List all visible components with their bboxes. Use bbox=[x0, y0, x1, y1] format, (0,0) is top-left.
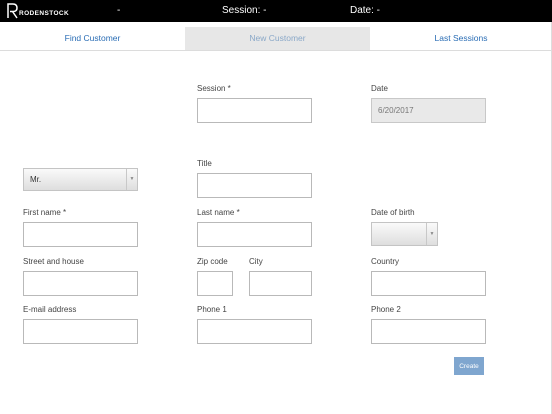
street-field[interactable] bbox=[23, 271, 138, 296]
customer-name-status: - bbox=[117, 5, 121, 16]
chevron-down-icon: ▼ bbox=[426, 223, 437, 245]
top-bar: RODENSTOCK - Session: - Date: - bbox=[0, 0, 552, 22]
phone-2-label: Phone 2 bbox=[371, 305, 401, 314]
tab-last-sessions[interactable]: Last Sessions bbox=[370, 27, 552, 50]
salutation-value: Mr. bbox=[30, 175, 42, 184]
brand-logo: RODENSTOCK bbox=[6, 3, 69, 19]
tab-find-customer[interactable]: Find Customer bbox=[0, 27, 185, 50]
session-status: Session: - bbox=[222, 5, 267, 16]
zip-code-label: Zip code bbox=[197, 257, 228, 266]
title-label: Title bbox=[197, 159, 212, 168]
email-field[interactable] bbox=[23, 319, 138, 344]
city-label: City bbox=[249, 257, 263, 266]
phone-2-field[interactable] bbox=[371, 319, 486, 344]
date-of-birth-label: Date of birth bbox=[371, 208, 415, 217]
country-label: Country bbox=[371, 257, 400, 266]
title-field[interactable] bbox=[197, 173, 312, 198]
session-label: Session * bbox=[197, 84, 231, 93]
email-label: E-mail address bbox=[23, 305, 77, 314]
phone-1-field[interactable] bbox=[197, 319, 312, 344]
date-status: Date: - bbox=[350, 5, 381, 16]
create-button[interactable]: Create bbox=[454, 357, 484, 375]
brand-name: RODENSTOCK bbox=[19, 10, 70, 17]
street-label: Street and house bbox=[23, 257, 84, 266]
phone-1-label: Phone 1 bbox=[197, 305, 227, 314]
salutation-select[interactable]: Mr. ▼ bbox=[23, 168, 138, 191]
chevron-down-icon: ▼ bbox=[126, 169, 137, 190]
last-name-field[interactable] bbox=[197, 222, 312, 247]
zip-code-field[interactable] bbox=[197, 271, 233, 296]
first-name-field[interactable] bbox=[23, 222, 138, 247]
tab-bar: Find Customer New Customer Last Sessions bbox=[0, 27, 552, 50]
date-field bbox=[371, 98, 486, 123]
last-name-label: Last name * bbox=[197, 208, 240, 217]
country-field[interactable] bbox=[371, 271, 486, 296]
rodenstock-logo-icon bbox=[7, 3, 18, 19]
date-label: Date bbox=[371, 84, 388, 93]
session-field[interactable] bbox=[197, 98, 312, 123]
tab-divider bbox=[0, 50, 552, 51]
city-field[interactable] bbox=[249, 271, 312, 296]
tab-new-customer[interactable]: New Customer bbox=[185, 27, 370, 50]
date-of-birth-select[interactable]: ▼ bbox=[371, 222, 438, 246]
first-name-label: First name * bbox=[23, 208, 67, 217]
